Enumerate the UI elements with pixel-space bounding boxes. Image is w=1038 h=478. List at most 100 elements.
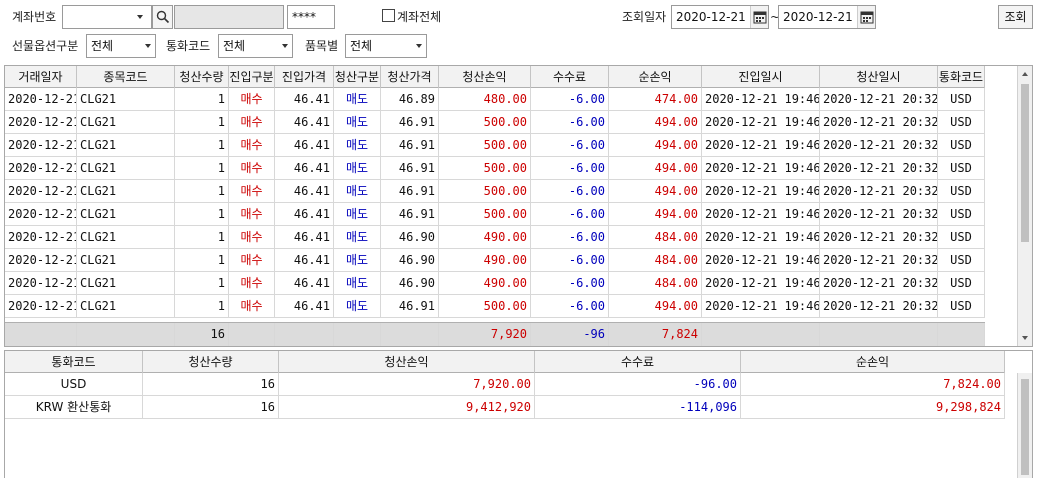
table-cell: 1 — [175, 295, 229, 318]
table-cell: 매도 — [334, 134, 381, 157]
scrollbar-thumb[interactable] — [1021, 379, 1029, 475]
trade-totals-row: 16 7,920 -96 7,824 — [5, 322, 985, 346]
table-cell: USD — [938, 226, 985, 249]
table-cell: 1 — [175, 226, 229, 249]
table-cell: 매도 — [334, 180, 381, 203]
col-close-time[interactable]: 청산일시 — [820, 66, 938, 88]
table-row[interactable]: 2020-12-21 CLG21 1 매수 46.41 매도 46.90 490.00 -6.0… — [5, 226, 985, 249]
table-cell: 2020-12-21 — [5, 226, 77, 249]
table-cell: 매도 — [334, 157, 381, 180]
table-cell: 46.91 — [381, 157, 439, 180]
table-cell: 매도 — [334, 272, 381, 295]
table-row[interactable]: 2020-12-21 CLG21 1 매수 46.41 매도 46.91 500.00 -6.0… — [5, 295, 985, 318]
query-button[interactable]: 조회 — [998, 5, 1033, 29]
search-icon — [156, 10, 169, 24]
table-cell: 500.00 — [439, 111, 531, 134]
table-row[interactable]: 2020-12-21 CLG21 1 매수 46.41 매도 46.90 490.00 -6.0… — [5, 249, 985, 272]
table-cell: -6.00 — [531, 203, 609, 226]
table-row[interactable]: 2020-12-21 CLG21 1 매수 46.41 매도 46.89 480.00 -6.0… — [5, 88, 985, 111]
table-cell: 46.41 — [275, 88, 334, 111]
col-close-pnl[interactable]: 청산손익 — [439, 66, 531, 88]
col-close-qty[interactable]: 청산수량 — [175, 66, 229, 88]
table-cell: 매도 — [334, 249, 381, 272]
sum-col-net[interactable]: 순손익 — [741, 351, 1005, 373]
table-cell: -6.00 — [531, 88, 609, 111]
trade-table-scrollbar[interactable] — [1017, 66, 1032, 346]
table-cell: 494.00 — [609, 180, 702, 203]
total-pnl: 7,920 — [439, 323, 531, 346]
col-symbol[interactable]: 종목코드 — [77, 66, 175, 88]
col-entry-time[interactable]: 진입일시 — [702, 66, 820, 88]
table-cell: -6.00 — [531, 111, 609, 134]
table-row[interactable]: 2020-12-21 CLG21 1 매수 46.41 매도 46.91 500.00 -6.0… — [5, 111, 985, 134]
chevron-down-icon — [282, 44, 288, 48]
table-cell: 매수 — [229, 295, 275, 318]
table-cell: 2020-12-21 20:32:44 — [820, 111, 938, 134]
summary-table[interactable]: 통화코드 청산수량 청산손익 수수료 순손익 USD 16 7,920.00 -… — [4, 350, 1033, 478]
table-cell: CLG21 — [77, 203, 175, 226]
sum-col-currency[interactable]: 통화코드 — [5, 351, 143, 373]
item-select[interactable]: 전체 — [345, 34, 427, 58]
table-cell: 2020-12-21 19:46:05 — [702, 180, 820, 203]
summary-table-header: 통화코드 청산수량 청산손익 수수료 순손익 — [5, 351, 1005, 373]
col-close-side[interactable]: 청산구분 — [334, 66, 381, 88]
col-entry-price[interactable]: 진입가격 — [275, 66, 334, 88]
table-cell: USD — [938, 272, 985, 295]
col-trade-date[interactable]: 거래일자 — [5, 66, 77, 88]
table-cell: 2020-12-21 20:32:43 — [820, 249, 938, 272]
col-close-price[interactable]: 청산가격 — [381, 66, 439, 88]
date-from-field[interactable]: 2020-12-21 — [671, 5, 769, 29]
all-accounts-checkbox[interactable] — [382, 9, 395, 22]
sum-col-pnl[interactable]: 청산손익 — [279, 351, 535, 373]
table-cell: 2020-12-21 — [5, 157, 77, 180]
col-fee[interactable]: 수수료 — [531, 66, 609, 88]
scroll-up-icon[interactable] — [1022, 72, 1028, 76]
table-cell: 2020-12-21 20:32:52 — [820, 88, 938, 111]
calendar-icon[interactable] — [857, 6, 875, 28]
table-cell: 474.00 — [609, 88, 702, 111]
table-cell: -6.00 — [531, 157, 609, 180]
table-cell: USD — [938, 180, 985, 203]
calendar-icon[interactable] — [750, 6, 768, 28]
password-field[interactable]: **** — [287, 5, 335, 29]
col-currency[interactable]: 통화코드 — [938, 66, 985, 88]
table-cell: USD — [938, 134, 985, 157]
table-cell: 2020-12-21 19:46:05 — [702, 249, 820, 272]
table-row[interactable]: 2020-12-21 CLG21 1 매수 46.41 매도 46.91 500.00 -6.0… — [5, 134, 985, 157]
account-search-button[interactable] — [152, 5, 173, 29]
table-cell: 1 — [175, 249, 229, 272]
table-cell: 494.00 — [609, 134, 702, 157]
table-cell: 매수 — [229, 157, 275, 180]
table-cell: 매수 — [229, 88, 275, 111]
col-net-pnl[interactable]: 순손익 — [609, 66, 702, 88]
item-label: 품목별 — [305, 39, 339, 53]
query-date-label: 조회일자 — [622, 10, 667, 24]
table-cell: -6.00 — [531, 272, 609, 295]
table-row[interactable]: 2020-12-21 CLG21 1 매수 46.41 매도 46.91 500.00 -6.0… — [5, 157, 985, 180]
trade-table[interactable]: 거래일자 종목코드 청산수량 진입구분 진입가격 청산구분 청산가격 청산손익 … — [4, 65, 1033, 347]
table-cell: USD — [938, 249, 985, 272]
table-cell: 2020-12-21 — [5, 272, 77, 295]
table-cell: 매수 — [229, 249, 275, 272]
scrollbar-thumb[interactable] — [1021, 84, 1029, 242]
scroll-down-icon[interactable] — [1022, 336, 1028, 340]
table-cell: 1 — [175, 157, 229, 180]
summary-table-scrollbar[interactable] — [1017, 373, 1032, 478]
table-row[interactable]: 2020-12-21 CLG21 1 매수 46.41 매도 46.91 500.00 -6.0… — [5, 203, 985, 226]
table-row[interactable]: 2020-12-21 CLG21 1 매수 46.41 매도 46.90 490.00 -6.0… — [5, 272, 985, 295]
summary-row[interactable]: KRW 환산통화 16 9,412,920 -114,096 9,298,824 — [5, 396, 1005, 419]
table-cell: 46.41 — [275, 134, 334, 157]
table-cell: 1 — [175, 88, 229, 111]
table-cell: 500.00 — [439, 295, 531, 318]
sum-col-fee[interactable]: 수수료 — [535, 351, 741, 373]
table-cell: USD — [938, 111, 985, 134]
col-entry-side[interactable]: 진입구분 — [229, 66, 275, 88]
table-cell: 46.41 — [275, 111, 334, 134]
date-to-field[interactable]: 2020-12-21 — [778, 5, 876, 29]
table-cell: CLG21 — [77, 249, 175, 272]
summary-row[interactable]: USD 16 7,920.00 -96.00 7,824.00 — [5, 373, 1005, 396]
table-cell: 500.00 — [439, 157, 531, 180]
table-row[interactable]: 2020-12-21 CLG21 1 매수 46.41 매도 46.91 500.00 -6.0… — [5, 180, 985, 203]
sum-col-qty[interactable]: 청산수량 — [143, 351, 279, 373]
table-cell: CLG21 — [77, 226, 175, 249]
